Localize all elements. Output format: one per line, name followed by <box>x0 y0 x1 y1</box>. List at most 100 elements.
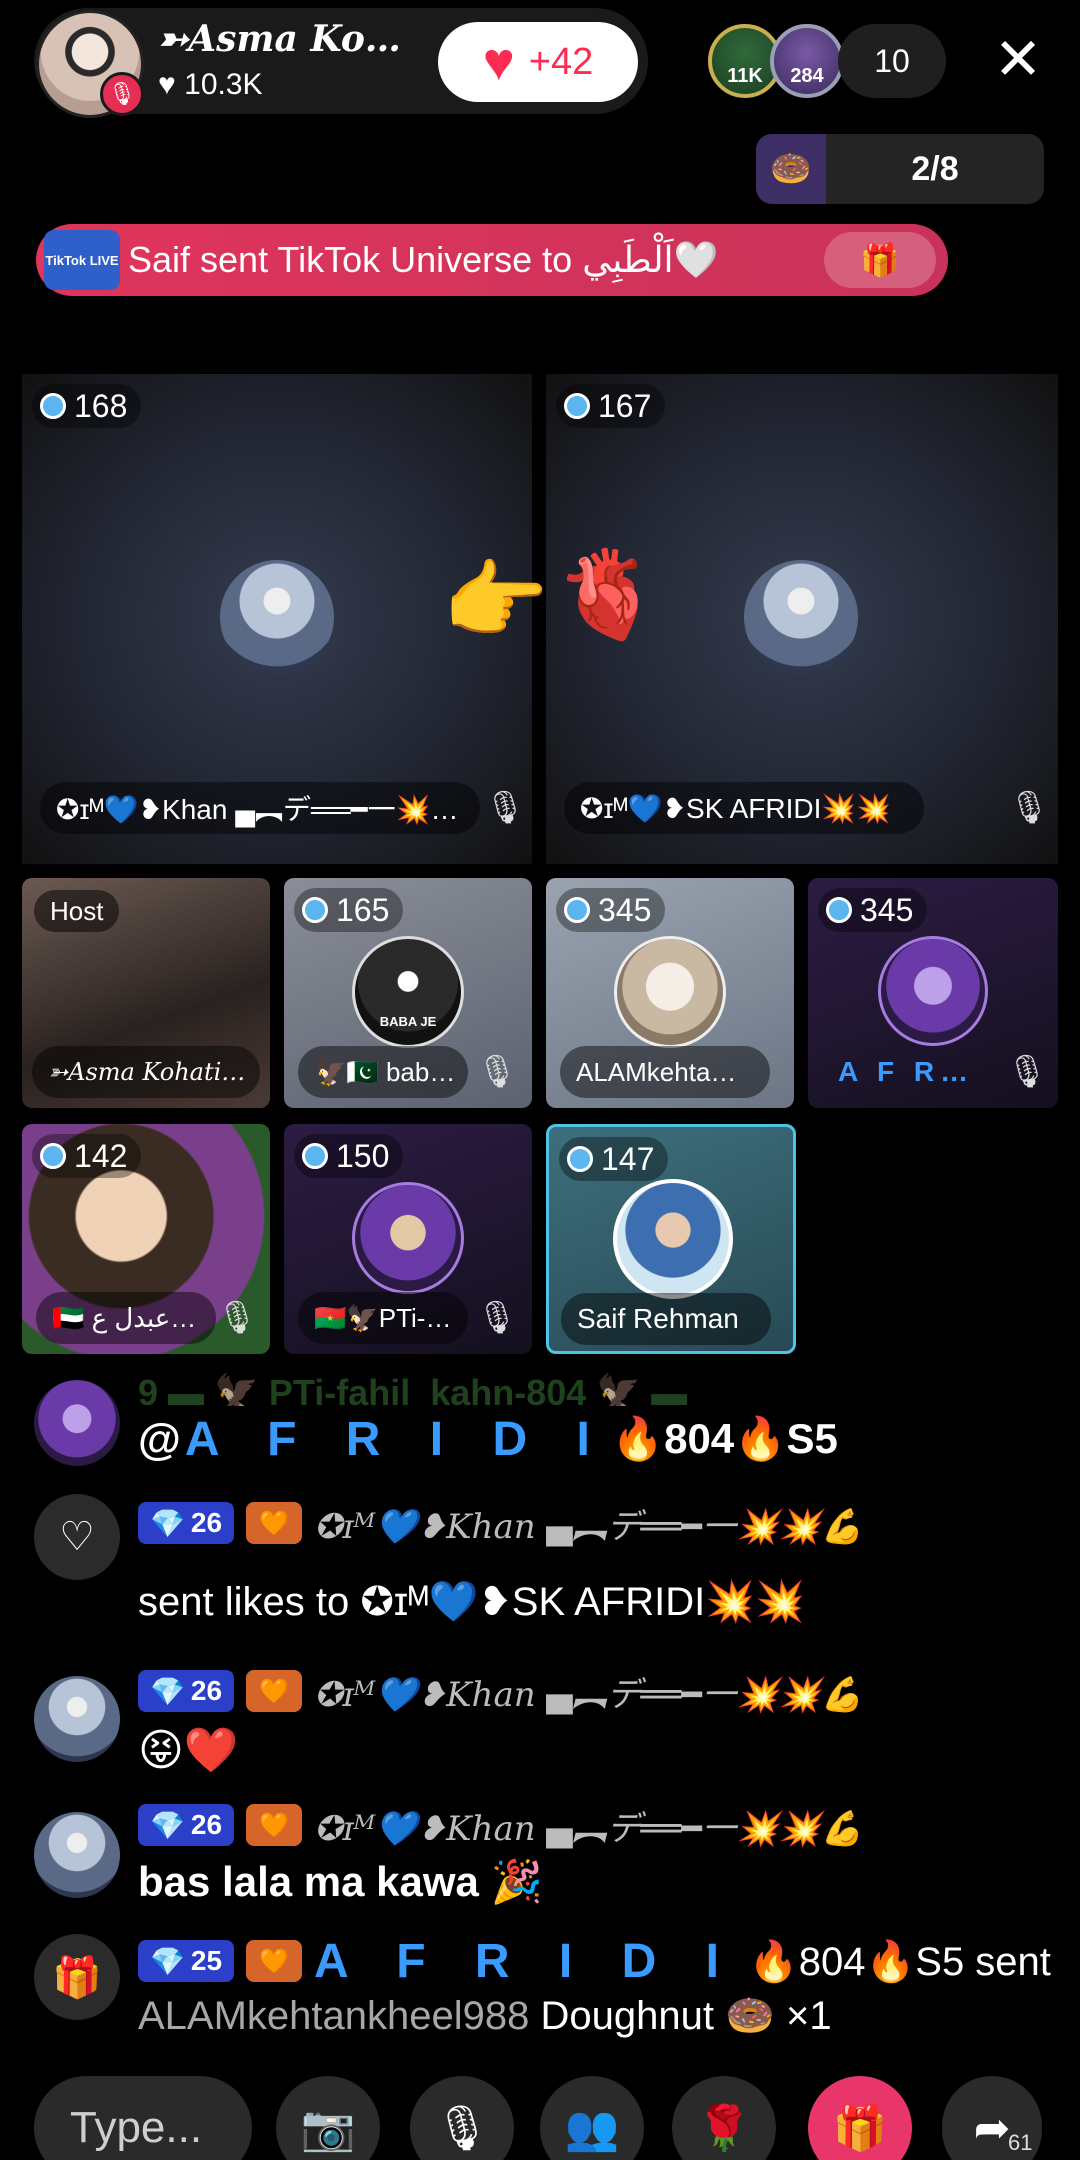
guest-avatar <box>220 560 334 674</box>
guest-tile-4[interactable]: 165 BABA JE 🦅🇵🇰 bab… 🎙 <box>284 878 532 1108</box>
guest-avatar <box>352 1182 464 1294</box>
fan-badge-icon: 🧡 <box>246 1940 303 1982</box>
gem-icon <box>567 1146 593 1172</box>
gift-icon[interactable]: 🎁 <box>824 232 936 288</box>
chat-message-4-text: bas lala ma kawa 🎉 <box>138 1858 543 1905</box>
gift-banner-text: Saif sent TikTok Universe to اَلْطَبِي🤍 <box>128 239 719 280</box>
like-button[interactable]: ♥ +42 <box>438 22 638 102</box>
diamond-icon: 💎 <box>150 1809 185 1841</box>
mic-off-icon: 🎙 <box>476 1299 518 1335</box>
host-muted-mic-icon: 🎙 <box>100 72 144 116</box>
top-viewer-avatar-2[interactable]: 284 <box>770 24 844 98</box>
diamond-icon: 💎 <box>150 1675 185 1707</box>
heart-icon: ♥ <box>482 32 515 92</box>
gift-item: Doughnut 🍩 ×1 <box>540 1994 832 2038</box>
share-count: 61 <box>1008 2130 1033 2155</box>
chat-username-afridi: A F R I D I <box>314 1934 737 1988</box>
guest-score-2: 167 <box>556 384 666 428</box>
gift-round-pill[interactable]: 🍩 2/8 <box>756 134 1044 204</box>
comment-input[interactable]: Type... <box>34 2076 252 2160</box>
guest-tile-8[interactable]: 150 🇧🇫🦅PTi-… 🎙 <box>284 1124 532 1354</box>
guests-icon[interactable]: 👥 <box>540 2076 644 2160</box>
chat-user-avatar[interactable] <box>34 1380 120 1466</box>
guest-name-5: ALAMkehta… <box>560 1046 770 1098</box>
chat-username-suffix: 🔥804🔥S5 <box>611 1415 838 1462</box>
gift-banner[interactable]: TikTok LIVE Saif sent TikTok Universe to… <box>36 224 948 296</box>
host-likes-count: 10.3K <box>184 68 263 101</box>
guest-name-9: Saif Rehman <box>561 1293 771 1345</box>
guest-avatar <box>613 1179 733 1299</box>
anatomical-heart-emoji: 🫀 <box>554 547 662 643</box>
host-name: ➳Asma Ko… <box>158 18 401 60</box>
heart-icon: ♥ <box>158 68 176 101</box>
guest-tile-host[interactable]: Host ➳Asma Kohati… <box>22 878 270 1108</box>
pointing-hand-emoji: 👉 <box>442 553 550 649</box>
chat-user-avatar[interactable] <box>34 1676 120 1762</box>
mic-off-icon: 🎙 <box>476 1053 518 1089</box>
host-likes: ♥ 10.3K <box>158 68 263 102</box>
level-badge: 💎 25 <box>138 1940 235 1982</box>
fan-badge-icon: 🧡 <box>246 1502 303 1544</box>
chat-faded-line: 9 ▬ 🦅 PTi-fahil_kahn-804 🦅 ▬ <box>138 1372 688 1406</box>
chat-username-afridi: A F R I D I <box>184 1413 608 1466</box>
mic-off-icon: 🎙 <box>1008 789 1050 825</box>
gem-icon <box>40 393 66 419</box>
gift-recipient: ALAMkehtankheel988 <box>138 1994 530 2038</box>
viewer-count[interactable]: 10 <box>838 24 946 98</box>
gem-icon <box>564 897 590 923</box>
chat-user-avatar[interactable] <box>34 1812 120 1898</box>
chat-message-5-text: ALAMkehtankheel988 Doughnut 🍩 ×1 <box>138 1992 832 2039</box>
guest-tile-9[interactable]: 147 Saif Rehman <box>546 1124 796 1354</box>
guest-tile-6[interactable]: 345 A F R… 🎙 <box>808 878 1058 1108</box>
guest-score-8: 150 <box>294 1134 404 1178</box>
guest-tile-5[interactable]: 345 ALAMkehta… <box>546 878 794 1108</box>
diamond-icon: 💎 <box>150 1507 185 1539</box>
guest-name-6: A F R… <box>838 1056 975 1087</box>
mic-off-button-icon[interactable]: 🎙 <box>410 2076 514 2160</box>
fan-badge-icon: 🧡 <box>246 1670 303 1712</box>
mic-off-icon: 🎙 <box>216 1299 258 1335</box>
mic-off-icon: 🎙 <box>484 789 526 825</box>
guest-score-7: 142 <box>32 1134 142 1178</box>
camera-off-icon[interactable]: 📷 <box>276 2076 380 2160</box>
like-heart-icon: ♡ <box>34 1494 120 1580</box>
chat-username: ✪ɪᴹ💙❥Khan ▄︻デ══━一💥💥💪 <box>314 1674 863 1715</box>
guest-score-5: 345 <box>556 888 666 932</box>
chat-message-1: @ A F R I D I 🔥804🔥S5 <box>138 1412 838 1467</box>
guest-avatar <box>878 936 988 1046</box>
guest-avatar <box>744 560 858 674</box>
close-icon[interactable]: ✕ <box>986 28 1050 92</box>
gem-icon <box>564 393 590 419</box>
diamond-icon: 💎 <box>150 1945 185 1977</box>
chat-message-3-meta: 💎 26 🧡 ✪ɪᴹ💙❥Khan ▄︻デ══━一💥💥💪 <box>138 1668 863 1715</box>
guest-avatar: BABA JE <box>352 936 464 1048</box>
gem-icon <box>40 1143 66 1169</box>
host-tag: Host <box>34 890 120 932</box>
gem-icon <box>302 897 328 923</box>
gift-icon: 🎁 <box>34 1934 120 2020</box>
level-badge: 💎 26 <box>138 1502 235 1544</box>
top-viewer-badge-1: 11K <box>727 65 763 87</box>
fan-badge-icon: 🧡 <box>246 1804 303 1846</box>
guest-name-7: 🇦🇪 عبدل ع… <box>36 1292 216 1344</box>
gem-icon <box>826 897 852 923</box>
guest-name-2: ✪ɪᴹ💙❥SK AFRIDI💥💥 <box>564 782 924 834</box>
gift-box-icon[interactable]: 🎁 <box>808 2076 912 2160</box>
round-progress: 2/8 <box>911 149 959 188</box>
level-badge: 💎 26 <box>138 1804 235 1846</box>
rose-gift-icon[interactable]: 🌹 <box>672 2076 776 2160</box>
chat-message-4-meta: 💎 26 🧡 ✪ɪᴹ💙❥Khan ▄︻デ══━一💥💥💪 <box>138 1802 863 1849</box>
guest-score-4: 165 <box>294 888 404 932</box>
guest-tile-7[interactable]: 142 🇦🇪 عبدل ع… 🎙 <box>22 1124 270 1354</box>
chat-gift-sent-label: 🔥804🔥S5 sent <box>748 1939 1051 1984</box>
guest-avatar-caption: BABA JE <box>379 1014 437 1029</box>
level-badge: 💎 26 <box>138 1670 235 1712</box>
guest-avatar <box>614 936 726 1048</box>
top-viewer-badge-2: 284 <box>790 65 824 87</box>
guest-name-1: ✪ɪᴹ💙❥Khan ▄︻デ══━一💥… <box>40 782 480 834</box>
guest-score-1: 168 <box>32 384 142 428</box>
guest-score-9: 147 <box>559 1137 669 1181</box>
tiktok-live-badge: TikTok LIVE <box>44 230 120 290</box>
chat-username: ✪ɪᴹ💙❥Khan ▄︻デ══━一💥💥💪 <box>314 1808 863 1849</box>
chat-message-2-text: sent likes to ✪ɪᴹ💙❥SK AFRIDI💥💥 <box>138 1580 805 1624</box>
